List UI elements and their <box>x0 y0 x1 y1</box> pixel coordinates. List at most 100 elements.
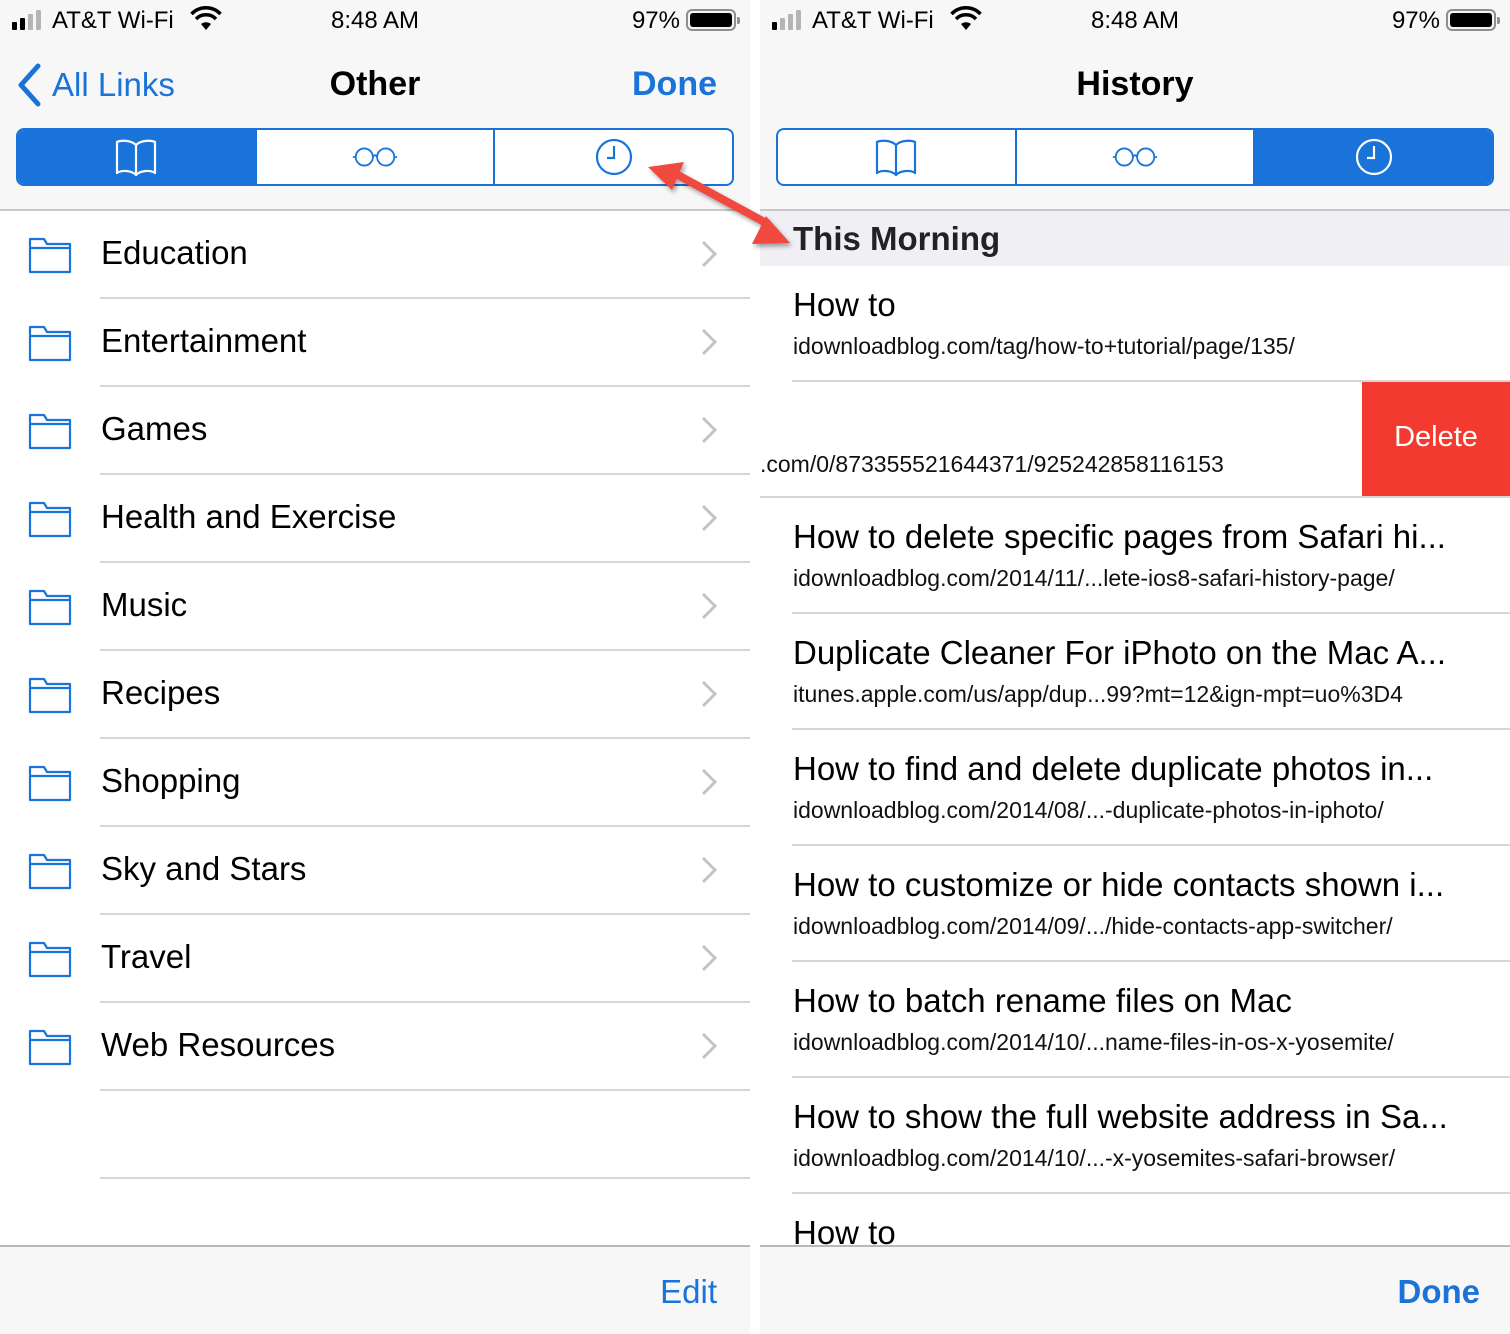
tab-bookmarks[interactable] <box>778 130 1017 184</box>
history-item[interactable]: How to show the full website address in … <box>760 1078 1510 1194</box>
folder-label: Recipes <box>101 674 221 711</box>
nav-bar: All Links Other Done <box>0 55 750 115</box>
folder-icon <box>28 501 72 538</box>
book-icon <box>116 139 157 177</box>
folder-row[interactable]: Shopping <box>0 739 750 827</box>
folder-icon <box>28 237 72 274</box>
chevron-right-icon <box>701 592 718 620</box>
tab-bookmarks[interactable] <box>18 130 257 184</box>
folder-row[interactable]: Education <box>0 211 750 299</box>
folder-icon <box>28 853 72 890</box>
edit-button[interactable]: Edit <box>660 1273 717 1311</box>
history-url: idownloadblog.com/tag/how-to+tutorial/pa… <box>793 333 1295 359</box>
folder-icon <box>28 765 72 802</box>
history-url: idownloadblog.com/2014/10/...name-files-… <box>793 1029 1394 1055</box>
clock-icon <box>595 138 632 176</box>
tab-reading-list[interactable] <box>1017 130 1256 184</box>
history-title: How to delete specific pages from Safari… <box>793 518 1446 555</box>
history-url: idownloadblog.com/2014/09/.../hide-conta… <box>793 913 1393 939</box>
chevron-right-icon <box>701 504 718 532</box>
folder-label: Games <box>101 410 208 447</box>
folder-icon <box>28 1029 72 1066</box>
folder-row[interactable]: Health and Exercise <box>0 475 750 563</box>
folder-row[interactable]: Sky and Stars <box>0 827 750 915</box>
folder-row[interactable]: Entertainment <box>0 299 750 387</box>
chevron-right-icon <box>701 768 718 796</box>
history-url: idownloadblog.com/2014/10/...-x-yosemite… <box>793 1145 1396 1171</box>
folder-label: Music <box>101 586 188 623</box>
top-bar: AT&T Wi-Fi 8:48 AM 97% All Links Other D… <box>0 0 750 211</box>
tab-history[interactable] <box>495 130 732 184</box>
folder-label: Sky and Stars <box>101 850 307 887</box>
segmented-control <box>776 128 1494 186</box>
chevron-right-icon <box>701 856 718 884</box>
history-url: idownloadblog.com/2014/11/...lete-ios8-s… <box>793 565 1395 591</box>
history-item[interactable]: Duplicate Cleaner For iPhoto on the Mac … <box>760 614 1510 730</box>
glasses-icon <box>352 147 398 167</box>
folder-row[interactable]: Recipes <box>0 651 750 739</box>
battery-icon <box>686 9 740 31</box>
section-title: This Morning <box>793 220 1001 257</box>
folder-label: Health and Exercise <box>101 498 397 535</box>
folder-row[interactable]: Travel <box>0 915 750 1003</box>
folder-icon <box>28 325 72 362</box>
empty-row <box>0 1091 750 1179</box>
history-title: How to <box>793 286 896 323</box>
folder-icon <box>28 589 72 626</box>
status-bar: AT&T Wi-Fi 8:48 AM 97% <box>0 0 750 42</box>
status-bar: AT&T Wi-Fi 8:48 AM 97% <box>760 0 1510 42</box>
history-url: idownloadblog.com/2014/08/...-duplicate-… <box>793 797 1384 823</box>
history-item[interactable]: How to delete specific pages from Safari… <box>760 498 1510 614</box>
history-item[interactable]: How to batch rename files on Mac idownlo… <box>760 962 1510 1078</box>
history-list: How to idownloadblog.com/tag/how-to+tuto… <box>760 266 1510 1310</box>
chevron-right-icon <box>701 1032 718 1060</box>
folder-label: Shopping <box>101 762 241 799</box>
folder-row[interactable]: Web Resources <box>0 1003 750 1091</box>
bookmarks-screen: AT&T Wi-Fi 8:48 AM 97% All Links Other D… <box>0 0 750 1334</box>
bottom-toolbar: Done <box>760 1245 1510 1334</box>
folder-label: Education <box>101 234 248 271</box>
segmented-control <box>16 128 734 186</box>
history-item-swiped[interactable]: .com/0/873355521644371/925242858116153 D… <box>760 382 1510 498</box>
history-item[interactable]: How to customize or hide contacts shown … <box>760 846 1510 962</box>
history-item[interactable]: How to idownloadblog.com/tag/how-to+tuto… <box>760 266 1510 382</box>
history-title: How to show the full website address in … <box>793 1098 1448 1135</box>
delete-button[interactable]: Delete <box>1362 382 1510 496</box>
folder-row[interactable]: Games <box>0 387 750 475</box>
history-item[interactable]: How to find and delete duplicate photos … <box>760 730 1510 846</box>
row-divider <box>100 1177 750 1179</box>
bottom-toolbar: Edit <box>0 1245 750 1334</box>
battery-icon <box>1446 9 1500 31</box>
chevron-right-icon <box>701 944 718 972</box>
top-bar: AT&T Wi-Fi 8:48 AM 97% History <box>760 0 1510 211</box>
history-title: Duplicate Cleaner For iPhoto on the Mac … <box>793 634 1447 671</box>
battery-percent: 97% <box>1391 7 1440 34</box>
folder-icon <box>28 677 72 714</box>
history-title: How to customize or hide contacts shown … <box>793 866 1445 903</box>
folder-label: Travel <box>101 938 192 975</box>
folder-list: Education Entertainment Games Health and… <box>0 211 750 1179</box>
history-title: How to find and delete duplicate photos … <box>793 750 1434 787</box>
folder-icon <box>28 941 72 978</box>
section-header: This Morning <box>760 211 1510 266</box>
history-url: .com/0/873355521644371/925242858116153 <box>760 451 1224 477</box>
page-title: History <box>1076 65 1194 103</box>
history-url: itunes.apple.com/us/app/dup...99?mt=12&i… <box>793 681 1403 707</box>
history-title: How to batch rename files on Mac <box>793 982 1292 1019</box>
tab-reading-list[interactable] <box>257 130 496 184</box>
folder-row[interactable]: Music <box>0 563 750 651</box>
folder-label: Entertainment <box>101 322 307 359</box>
done-button[interactable]: Done <box>632 65 717 104</box>
folder-label: Web Resources <box>101 1026 336 1063</box>
chevron-right-icon <box>701 240 718 268</box>
done-button[interactable]: Done <box>1398 1273 1481 1311</box>
nav-bar: History <box>760 55 1510 115</box>
chevron-right-icon <box>701 680 718 708</box>
battery-percent: 97% <box>631 7 680 34</box>
chevron-right-icon <box>701 328 718 356</box>
tab-history[interactable] <box>1255 130 1492 184</box>
folder-icon <box>28 413 72 450</box>
clock-icon <box>1355 138 1392 176</box>
history-screen: AT&T Wi-Fi 8:48 AM 97% History This Morn… <box>760 0 1510 1334</box>
book-icon <box>876 139 917 177</box>
